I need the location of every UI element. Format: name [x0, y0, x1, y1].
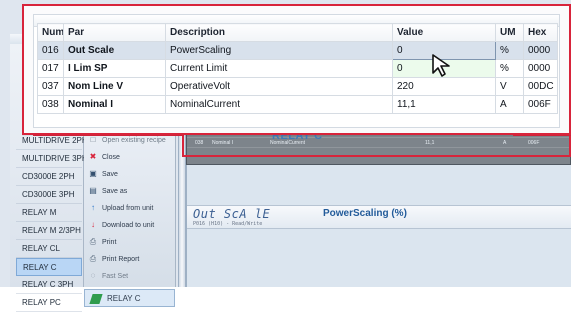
value-column-header[interactable]: Value: [392, 23, 496, 42]
row-number: 016: [37, 41, 64, 60]
parameter-description: OperativeVolt: [165, 77, 393, 96]
menu-label: Upload from unit: [102, 205, 154, 212]
parameter-name: Out Scale: [63, 41, 166, 60]
parameter-description: NominalCurrent: [165, 95, 393, 114]
parameter-hex: 0000: [523, 59, 558, 78]
parameter-address: P016 (H10) - Read/Write: [193, 221, 263, 227]
device-list: MULTIDRIVE 2PH MULTIDRIVE 3PH CD3000E 2P…: [16, 132, 88, 312]
par-column-header[interactable]: Par: [63, 23, 166, 42]
print-report-button[interactable]: ⎙ Print Report: [84, 251, 175, 268]
parameter-name: Nom Line V: [63, 77, 166, 96]
device-item-relay-cl[interactable]: RELAY CL: [16, 240, 82, 258]
menu-label: Save as: [102, 188, 128, 195]
um-column-header[interactable]: UM: [495, 23, 524, 42]
print-icon: ⎙: [89, 237, 97, 246]
parameter-hex: 006F: [523, 95, 558, 114]
parameter-unit: V: [495, 77, 524, 96]
device-item-relay-m[interactable]: RELAY M: [16, 204, 82, 222]
parameter-detail-header: Out ScA lE PowerScaling (%) P016 (H10) -…: [187, 205, 571, 229]
device-item-multidrive-3ph[interactable]: MULTIDRIVE 3PH: [16, 150, 88, 168]
device-item-cd3000e-2ph[interactable]: CD3000E 2PH: [16, 168, 82, 186]
table-row[interactable]: 038 Nominal I NominalCurrent 11,1 A 006F: [37, 95, 558, 114]
parameter-description: PowerScaling: [165, 41, 393, 60]
parameter-value-field[interactable]: 220: [392, 77, 496, 96]
close-icon: ✖: [89, 152, 97, 161]
parameter-name: I Lim SP: [63, 59, 166, 78]
upload-icon: ↑: [91, 203, 95, 212]
parameter-description: Current Limit: [165, 59, 393, 78]
mouse-pointer-icon: [432, 54, 450, 77]
upload-from-unit-button[interactable]: ↑ Upload from unit: [84, 200, 175, 217]
selected-device-label: RELAY C: [107, 294, 141, 303]
parameter-unit: %: [495, 59, 524, 78]
fast-set-button[interactable]: ◌ Fast Set: [84, 268, 175, 285]
table-row[interactable]: 037 Nom Line V OperativeVolt 220 V 00DC: [37, 77, 558, 96]
save-button[interactable]: ▣ Save: [84, 166, 175, 183]
parameter-hex: 00DC: [523, 77, 558, 96]
save-icon: ▣: [89, 169, 97, 178]
parameter-hex: 0000: [523, 41, 558, 60]
parameter-detail-panel: Out ScA lE PowerScaling (%) P016 (H10) -…: [186, 165, 571, 287]
menu-label: Download to unit: [102, 222, 155, 229]
parameter-unit: A: [495, 95, 524, 114]
num-column-header[interactable]: Num: [37, 23, 64, 42]
table-header-row: Num Par Description Value UM Hex: [37, 23, 558, 42]
menu-label: Fast Set: [102, 273, 129, 280]
folder-icon: □: [90, 135, 96, 144]
selected-device-button[interactable]: RELAY C: [84, 289, 175, 307]
hex-column-header[interactable]: Hex: [523, 23, 558, 42]
device-item-relay-m-2-3ph[interactable]: RELAY M 2/3PH: [16, 222, 82, 240]
menu-label: Print Report: [102, 256, 140, 263]
device-item-relay-c-3ph[interactable]: RELAY C 3PH: [16, 276, 82, 294]
parameter-mnemonic: Out ScA lE: [193, 207, 271, 221]
description-column-header[interactable]: Description: [165, 23, 393, 42]
fast-set-icon: ◌: [90, 271, 96, 280]
parameter-name: Nominal I: [63, 95, 166, 114]
device-item-relay-pc[interactable]: RELAY PC: [16, 294, 82, 312]
save-as-icon: ▤: [89, 186, 97, 195]
menu-label: Print: [102, 239, 117, 246]
row-number: 037: [37, 77, 64, 96]
parameter-title: PowerScaling (%): [323, 208, 407, 219]
parameter-table: Num Par Description Value UM Hex 016 Out…: [37, 23, 558, 114]
menu-label: Close: [102, 154, 120, 161]
download-icon: ↓: [91, 220, 95, 229]
table-row[interactable]: 016 Out Scale PowerScaling 0 % 0000: [37, 41, 558, 60]
zoom-callout: Num Par Description Value UM Hex 016 Out…: [22, 4, 571, 135]
row-number: 038: [37, 95, 64, 114]
device-item-relay-c[interactable]: RELAY C: [16, 258, 82, 276]
menu-label: Save: [102, 171, 118, 178]
parameter-value-field[interactable]: 11,1: [392, 95, 496, 114]
download-to-unit-button[interactable]: ↓ Download to unit: [84, 217, 175, 234]
print-report-icon: ⎙: [89, 254, 97, 263]
row-number: 017: [37, 59, 64, 78]
recipe-actions-panel: □ Open existing recipe ✖ Close ▣ Save ▤ …: [84, 132, 176, 307]
save-as-button[interactable]: ▤ Save as: [84, 183, 175, 200]
device-icon: [89, 294, 103, 304]
parameter-unit: %: [495, 41, 524, 60]
close-button[interactable]: ✖ Close: [84, 149, 175, 166]
menu-label: Open existing recipe: [102, 137, 166, 144]
print-button[interactable]: ⎙ Print: [84, 234, 175, 251]
device-item-cd3000e-3ph[interactable]: CD3000E 3PH: [16, 186, 82, 204]
table-row[interactable]: 017 I Lim SP Current Limit 0 % 0000: [37, 59, 558, 78]
